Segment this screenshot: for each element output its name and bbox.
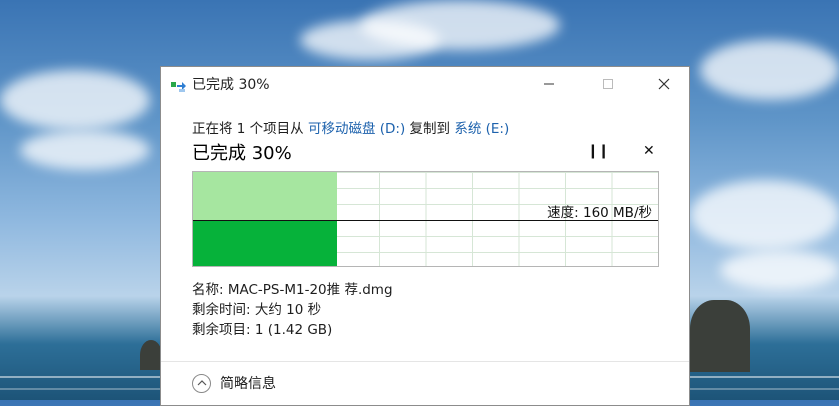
fewer-details-label: 简略信息 <box>220 376 276 392</box>
footer-divider <box>161 361 689 362</box>
items-remaining: 剩余项目: 1 (1.42 GB) <box>192 322 333 338</box>
progress-heading: 已完成 30% <box>192 143 292 164</box>
file-copy-icon <box>171 78 187 92</box>
fewer-details-toggle[interactable]: 简略信息 <box>192 373 276 393</box>
close-window-button[interactable] <box>641 67 687 100</box>
file-name: 名称: MAC-PS-M1-20推 荐.dmg <box>192 282 393 298</box>
source-drive-link[interactable]: 可移动磁盘 (D:) <box>308 121 405 137</box>
pause-button[interactable]: ❙❙ <box>587 143 609 159</box>
pause-icon: ❙❙ <box>587 143 609 159</box>
time-remaining: 剩余时间: 大约 10 秒 <box>192 302 322 318</box>
chevron-up-icon <box>192 373 211 393</box>
maximize-icon <box>603 78 613 89</box>
minimize-button[interactable] <box>526 67 572 100</box>
cancel-button[interactable]: ✕ <box>643 143 655 159</box>
status-middle: 复制到 <box>405 121 455 137</box>
title-bar[interactable]: 已完成 30% <box>161 67 689 100</box>
progress-fill-lower <box>193 221 338 266</box>
cancel-icon: ✕ <box>643 143 655 159</box>
copy-status-line: 正在将 1 个项目从 可移动磁盘 (D:) 复制到 系统 (E:) <box>192 117 509 137</box>
transfer-speed-graph: 速度: 160 MB/秒 <box>192 171 659 267</box>
status-prefix: 正在将 1 个项目从 <box>192 121 308 137</box>
copy-progress-dialog: 已完成 30% 正在将 1 个项目从 可移动磁盘 (D:) 复制到 系统 (E:… <box>160 66 690 406</box>
speed-label: 速度: 160 MB/秒 <box>547 205 652 221</box>
progress-fill-upper <box>193 172 338 221</box>
minimize-icon <box>544 83 554 84</box>
close-icon <box>658 78 670 89</box>
destination-drive-link[interactable]: 系统 (E:) <box>454 121 509 137</box>
window-title: 已完成 30% <box>192 77 270 93</box>
transfer-details: 名称: MAC-PS-M1-20推 荐.dmg 剩余时间: 大约 10 秒 剩余… <box>192 280 393 340</box>
maximize-button[interactable] <box>585 67 631 100</box>
